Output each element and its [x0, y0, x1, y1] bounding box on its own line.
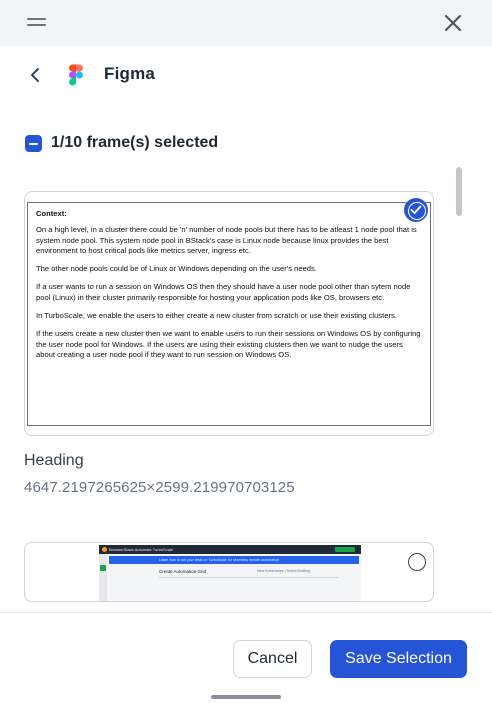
frame-thumbnail: BrowserStack Automate TurboScale Learn h… [99, 545, 361, 601]
preview-paragraph: On a high level, in a cluster there coul… [36, 225, 417, 255]
save-selection-button[interactable]: Save Selection [330, 640, 467, 678]
top-bar [0, 0, 492, 46]
thumbnail-divider [159, 577, 339, 578]
cancel-button[interactable]: Cancel [233, 640, 312, 678]
thumbnail-banner-text: Learn how to run your tests on TurboScal… [159, 558, 280, 562]
preview-paragraph: In TurboScale, we enable the users to ei… [36, 311, 397, 321]
frame-card-heading[interactable]: Context: On a high level, in a cluster t… [24, 191, 434, 436]
scrollbar[interactable] [453, 163, 464, 588]
close-icon[interactable] [441, 11, 465, 35]
thumbnail-topbar: BrowserStack Automate TurboScale [99, 545, 361, 554]
frame-dimensions: 4647.2197265625×2599.219970703125 [24, 479, 295, 496]
frame-preview: Context: On a high level, in a cluster t… [27, 202, 431, 426]
selection-count-label: 1/10 frame(s) selected [51, 134, 219, 151]
frame-name: Heading [24, 452, 84, 469]
preview-paragraph: If the users create a new cluster then w… [36, 329, 421, 359]
preview-paragraph: The other node pools could be of Linux o… [36, 264, 317, 274]
frame-select-radio[interactable] [408, 553, 426, 571]
drag-handle-icon[interactable] [27, 16, 47, 28]
thumbnail-sidebar [99, 554, 107, 601]
browserstack-logo-icon [102, 547, 107, 552]
thumbnail-banner: Learn how to run your tests on TurboScal… [109, 556, 359, 564]
app-header: Figma [0, 56, 492, 94]
thumbnail-brand: BrowserStack Automate TurboScale [109, 547, 174, 552]
preview-paragraph: Context: [36, 209, 67, 218]
preview-paragraph: If a user wants to run a session on Wind… [36, 282, 411, 302]
thumbnail-side-icon [100, 565, 106, 571]
select-all-checkbox[interactable] [25, 135, 42, 152]
app-title: Figma [104, 64, 156, 83]
footer-actions: Cancel Save Selection [0, 612, 492, 703]
back-chevron-icon[interactable] [28, 66, 42, 84]
scrollbar-thumb[interactable] [456, 167, 462, 216]
home-indicator [211, 695, 281, 699]
frame-card-automation[interactable]: BrowserStack Automate TurboScale Learn h… [24, 542, 434, 602]
figma-logo-icon [69, 64, 83, 86]
frame-selected-check-icon[interactable] [404, 198, 428, 222]
thumbnail-button [335, 547, 355, 552]
thumbnail-title: Create Automation Grid [159, 569, 207, 574]
thumbnail-tabs: New Kubernetes | Select Existing [257, 569, 311, 573]
